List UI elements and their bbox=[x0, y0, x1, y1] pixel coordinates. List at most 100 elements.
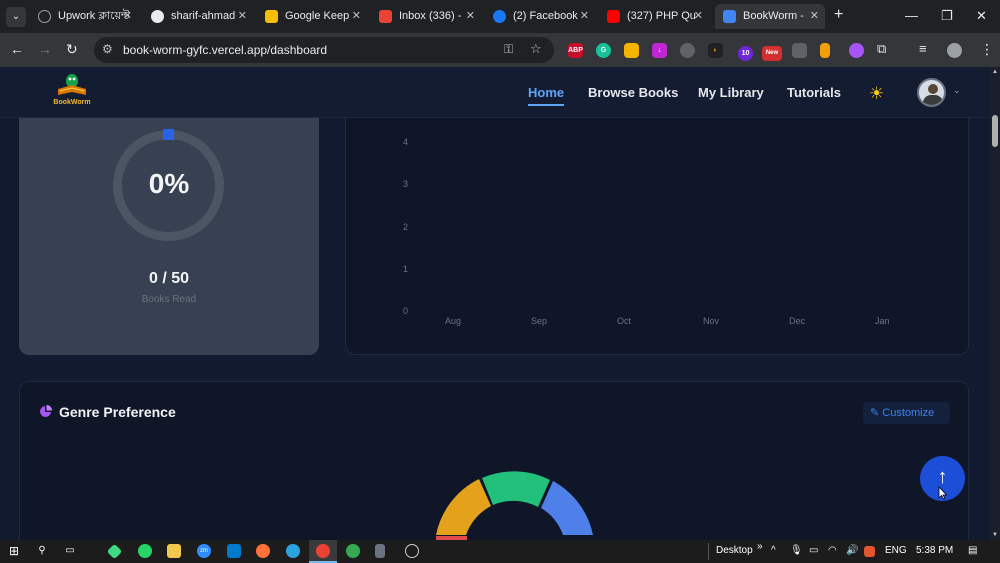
whatsapp-icon[interactable] bbox=[138, 544, 152, 558]
moon-extension-icon[interactable]: ◐ bbox=[708, 43, 723, 58]
scroll-down-icon[interactable]: ▼ bbox=[992, 532, 998, 538]
nav-browse-books[interactable]: Browse Books bbox=[588, 85, 678, 100]
firefox-icon[interactable] bbox=[256, 544, 270, 558]
page-scrollbar[interactable]: ▲ ▼ bbox=[990, 67, 1000, 540]
tab-google-keep[interactable]: Google Keep ✕ bbox=[257, 4, 367, 29]
close-icon[interactable]: ✕ bbox=[580, 4, 589, 29]
windows-taskbar: ⊞ ⚲ ▭ zm Desktop » ^ 🎙 ▭ ◠ 🔊 ENG 5:38 PM… bbox=[0, 540, 1000, 563]
tab-gmail[interactable]: Inbox (336) - ✕ bbox=[371, 4, 481, 29]
nav-home[interactable]: Home bbox=[528, 85, 565, 106]
chevron-down-icon[interactable]: ⌄ bbox=[953, 85, 961, 96]
media-icon[interactable]: ≡ bbox=[919, 41, 927, 56]
scroll-up-icon[interactable]: ▲ bbox=[992, 69, 998, 75]
adblock-extension-icon[interactable]: ABP bbox=[568, 43, 583, 58]
color-picker-extension-icon[interactable] bbox=[624, 43, 639, 58]
new-tab-button[interactable]: + bbox=[834, 6, 843, 24]
tab-label: Upwork ক্লায়েন্ট bbox=[58, 10, 130, 22]
tray-app-icon[interactable] bbox=[864, 546, 875, 557]
wifi-icon[interactable]: ◠ bbox=[828, 545, 837, 556]
volume-icon[interactable]: 🔊 bbox=[846, 545, 858, 556]
tab-label: BookWorm - bbox=[743, 10, 804, 22]
desktop-toolbar-label[interactable]: Desktop bbox=[716, 545, 753, 556]
extension-icon[interactable] bbox=[849, 43, 864, 58]
windows-start-icon[interactable]: ⊞ bbox=[7, 544, 21, 558]
bookworm-logo[interactable]: BookWorm bbox=[52, 71, 92, 111]
nav-tutorials[interactable]: Tutorials bbox=[787, 85, 841, 100]
browser-toolbar: ← → ↻ ⚙ book-worm-gyfc.vercel.app/dashbo… bbox=[0, 33, 1000, 67]
extension-icon[interactable] bbox=[820, 43, 830, 58]
reload-icon[interactable]: ↻ bbox=[66, 41, 78, 58]
kebab-menu-icon[interactable]: ⋮ bbox=[980, 41, 994, 58]
genre-segment bbox=[482, 471, 550, 507]
facebook-icon bbox=[493, 10, 506, 23]
url-text[interactable]: book-worm-gyfc.vercel.app/dashboard bbox=[123, 43, 327, 57]
android-studio-icon[interactable] bbox=[106, 543, 123, 560]
file-explorer-icon[interactable] bbox=[167, 544, 181, 558]
customize-label: Customize bbox=[882, 407, 935, 419]
zoom-icon[interactable]: zm bbox=[197, 544, 211, 558]
tab-search-button[interactable]: ⌄ bbox=[6, 7, 26, 27]
bookworm-logo-icon bbox=[58, 74, 86, 95]
grammarly-extension-icon[interactable]: G bbox=[596, 43, 611, 58]
progress-ring-marker bbox=[163, 129, 174, 140]
restore-button[interactable]: ❐ bbox=[941, 8, 953, 24]
user-avatar[interactable] bbox=[917, 78, 946, 107]
customize-button[interactable]: ✎ Customize bbox=[863, 402, 950, 424]
close-window-button[interactable]: ✕ bbox=[976, 8, 987, 24]
genre-segment bbox=[436, 479, 491, 535]
chrome-profile-icon[interactable] bbox=[346, 544, 360, 558]
chevron-right-icon[interactable]: » bbox=[757, 541, 763, 552]
password-key-icon[interactable]: ⚿ bbox=[504, 42, 513, 57]
downloader-extension-icon[interactable]: ↓ bbox=[652, 43, 667, 58]
minimize-button[interactable]: — bbox=[905, 8, 918, 23]
camera-extension-icon[interactable] bbox=[792, 43, 807, 58]
language-indicator[interactable]: ENG bbox=[885, 545, 907, 556]
badge-extension-icon[interactable]: 10 bbox=[738, 46, 753, 61]
bookmark-star-icon[interactable]: ☆ bbox=[530, 41, 542, 57]
tab-label: Google Keep bbox=[285, 10, 350, 22]
close-icon[interactable]: ✕ bbox=[694, 4, 703, 29]
scrollbar-thumb[interactable] bbox=[992, 115, 998, 147]
nav-my-library[interactable]: My Library bbox=[698, 85, 764, 100]
tab-upwork[interactable]: Upwork ক্লায়েন্ট ✕ bbox=[30, 4, 138, 29]
notifications-icon[interactable]: ▤ bbox=[968, 545, 977, 556]
x-axis-tick-label: Aug bbox=[445, 316, 462, 326]
telegram-icon[interactable] bbox=[286, 544, 300, 558]
mouse-cursor-icon bbox=[938, 486, 948, 500]
search-icon[interactable]: ⚲ bbox=[35, 544, 49, 558]
tab-facebook[interactable]: (2) Facebook ✕ bbox=[485, 4, 595, 29]
bookworm-tab-icon bbox=[723, 10, 736, 23]
close-icon[interactable]: ✕ bbox=[466, 4, 475, 29]
site-info-icon[interactable]: ⚙ bbox=[102, 42, 113, 56]
theme-toggle-sun-icon[interactable]: ☀ bbox=[869, 84, 884, 104]
profile-icon[interactable] bbox=[947, 43, 962, 58]
puzzle-icon[interactable]: ⧉ bbox=[877, 41, 886, 57]
vscode-icon[interactable] bbox=[227, 544, 241, 558]
task-view-icon[interactable]: ▭ bbox=[63, 544, 77, 558]
taskbar-active-app[interactable] bbox=[309, 540, 337, 563]
app-navbar: BookWorm Home Browse Books My Library Tu… bbox=[0, 67, 990, 118]
forward-icon[interactable]: → bbox=[38, 41, 52, 57]
microphone-icon[interactable]: 🎙 bbox=[790, 545, 803, 556]
chevron-up-icon[interactable]: ^ bbox=[771, 545, 776, 556]
tab-bookworm[interactable]: BookWorm - ✕ bbox=[715, 4, 825, 29]
y-axis-tick-label: 0 bbox=[402, 306, 408, 316]
address-bar[interactable]: ⚙ book-worm-gyfc.vercel.app/dashboard ⚿ … bbox=[94, 37, 554, 63]
x-axis-tick-label: Dec bbox=[789, 316, 806, 326]
close-icon[interactable]: ✕ bbox=[352, 4, 361, 29]
new-badge-extension-icon[interactable]: New bbox=[762, 46, 782, 61]
tab-github[interactable]: sharif-ahmad ✕ bbox=[143, 4, 253, 29]
extension-icon[interactable] bbox=[680, 43, 695, 58]
close-icon[interactable]: ✕ bbox=[238, 4, 247, 29]
clock-app-icon[interactable] bbox=[405, 544, 419, 558]
close-icon[interactable]: ✕ bbox=[123, 4, 132, 29]
notepad-icon[interactable] bbox=[375, 544, 385, 558]
close-icon[interactable]: ✕ bbox=[810, 4, 819, 29]
back-icon[interactable]: ← bbox=[10, 41, 24, 57]
tab-youtube[interactable]: (327) PHP Qu ✕ bbox=[599, 4, 709, 29]
avatar-body bbox=[923, 95, 943, 105]
clock-time[interactable]: 5:38 PM bbox=[916, 545, 953, 556]
battery-icon[interactable]: ▭ bbox=[809, 545, 818, 556]
progress-percent: 0% bbox=[148, 168, 190, 199]
globe-icon bbox=[38, 10, 51, 23]
